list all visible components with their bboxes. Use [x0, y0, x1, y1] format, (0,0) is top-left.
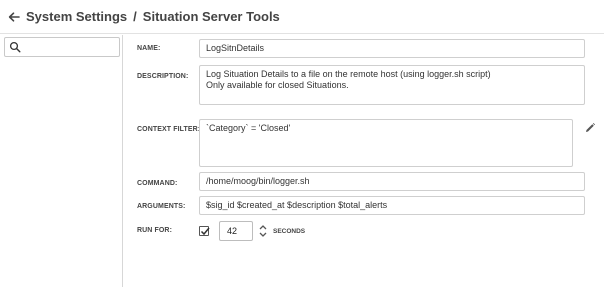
- search-icon: [9, 41, 21, 53]
- arguments-field[interactable]: $sig_id $created_at $description $total_…: [199, 196, 585, 215]
- breadcrumb-separator: /: [133, 9, 137, 24]
- command-field[interactable]: /home/moog/bin/logger.sh: [199, 172, 585, 191]
- run-for-row: 42 SECONDS: [199, 221, 305, 241]
- main-area: NAME: LogSitnDetails DESCRIPTION: Log Si…: [0, 35, 604, 287]
- search-box[interactable]: [4, 37, 120, 57]
- arguments-label: ARGUMENTS:: [137, 203, 186, 210]
- checkmark-icon: [200, 227, 210, 236]
- run-for-checkbox[interactable]: [199, 226, 210, 236]
- name-label: NAME:: [137, 45, 161, 52]
- pencil-icon[interactable]: [584, 121, 596, 133]
- command-label: COMMAND:: [137, 180, 178, 187]
- description-line-1: Log Situation Details to a file on the r…: [206, 69, 491, 79]
- tool-form: NAME: LogSitnDetails DESCRIPTION: Log Si…: [124, 35, 604, 287]
- sidebar: [0, 35, 123, 287]
- stepper-icon[interactable]: [259, 224, 267, 238]
- description-line-2: Only available for closed Situations.: [206, 80, 349, 90]
- back-arrow-icon[interactable]: [6, 9, 22, 25]
- page-title: Situation Server Tools: [142, 9, 280, 24]
- breadcrumb-root[interactable]: System Settings: [26, 9, 127, 24]
- context-filter-field[interactable]: `Category` = 'Closed': [199, 119, 573, 167]
- run-for-value-input[interactable]: 42: [219, 221, 253, 241]
- search-input[interactable]: [23, 39, 117, 55]
- header-bar: System Settings / Situation Server Tools: [0, 0, 604, 34]
- description-label: DESCRIPTION:: [137, 73, 189, 80]
- name-field[interactable]: LogSitnDetails: [199, 39, 585, 58]
- run-for-label: RUN FOR:: [137, 227, 173, 234]
- run-for-unit: SECONDS: [273, 227, 306, 235]
- context-filter-label: CONTEXT FILTER:: [137, 126, 201, 133]
- description-field[interactable]: Log Situation Details to a file on the r…: [199, 65, 585, 105]
